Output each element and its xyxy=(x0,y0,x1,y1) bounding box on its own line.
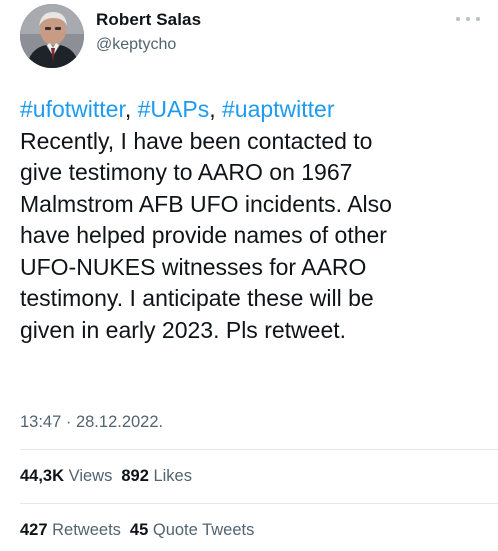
more-options-icon[interactable] xyxy=(456,12,480,26)
tweet-body: Recently, I have been contacted to give … xyxy=(20,127,392,343)
views-count: 44,3K xyxy=(20,467,65,485)
hashtag-link[interactable]: #ufotwitter xyxy=(20,96,125,122)
hashtag-separator: , xyxy=(209,96,222,122)
tweet-timestamp[interactable]: 13:47 · 28.12.2022. xyxy=(20,413,163,432)
likes-label: Likes xyxy=(153,467,192,485)
retweets-quotes-row: 427 Retweets 45 Quote Tweets xyxy=(20,521,254,540)
quote-tweets-count: 45 xyxy=(129,521,149,539)
divider xyxy=(20,503,498,504)
hashtag-link[interactable]: #uaptwitter xyxy=(222,96,335,122)
hashtag-separator: , xyxy=(124,96,138,122)
quote-tweets-stat[interactable]: 45 Quote Tweets xyxy=(130,521,254,539)
views-likes-row: 44,3K Views 892 Likes xyxy=(20,467,192,486)
hashtag-link[interactable]: #UAPs xyxy=(138,96,210,122)
author-display-name[interactable]: Robert Salas xyxy=(96,10,201,30)
retweets-stat[interactable]: 427 Retweets xyxy=(20,521,121,539)
likes-count: 892 xyxy=(121,467,149,485)
views-label: Views xyxy=(68,467,113,485)
quote-tweets-label: Quote Tweets xyxy=(152,521,255,539)
retweets-count: 427 xyxy=(20,521,48,539)
profile-photo-icon xyxy=(20,4,84,68)
views-stat[interactable]: 44,3K Views xyxy=(20,467,112,485)
likes-stat[interactable]: 892 Likes xyxy=(121,467,192,485)
tweet-card: Robert Salas @keptycho #ufotwitter, #UAP… xyxy=(0,0,498,551)
author-handle[interactable]: @keptycho xyxy=(96,36,176,54)
avatar[interactable] xyxy=(20,4,84,68)
tweet-text: #ufotwitter, #UAPs, #uaptwitter Recently… xyxy=(20,94,486,346)
retweets-label: Retweets xyxy=(52,521,121,539)
divider xyxy=(20,449,498,450)
